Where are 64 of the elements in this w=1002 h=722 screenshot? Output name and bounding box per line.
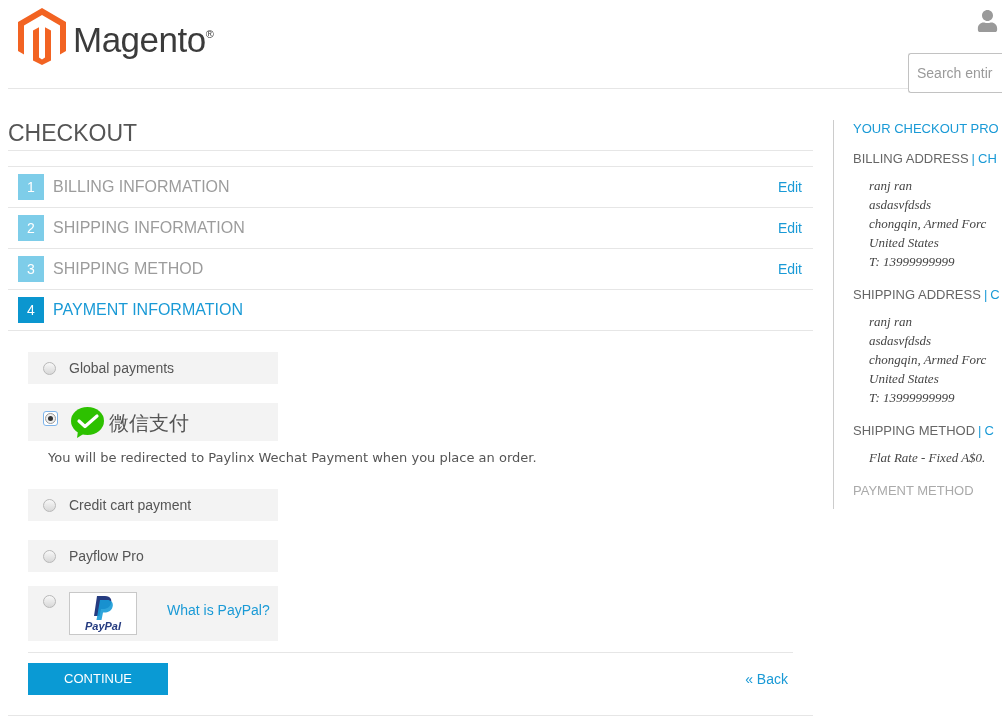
- payment-option-label: Credit cart payment: [69, 495, 192, 515]
- address-line: T: 13999999999: [869, 253, 956, 271]
- address-line: Flat Rate - Fixed A$0.: [869, 449, 987, 467]
- sidebar-title: YOUR CHECKOUT PRO: [853, 120, 1000, 138]
- payment-note: You will be redirected to Paylinx Wechat Payment when you place an order.: [48, 449, 538, 467]
- payment-option[interactable]: Credit cart payment: [28, 489, 278, 521]
- radio-button[interactable]: [43, 411, 58, 426]
- search-field[interactable]: Search entir: [908, 53, 1002, 93]
- payment-option[interactable]: 微信支付: [28, 403, 278, 441]
- section-heading: SHIPPING ADDRESS: [853, 286, 981, 304]
- page-title: CHECKOUT: [8, 120, 813, 151]
- radio-button[interactable]: [43, 498, 56, 512]
- payment-option[interactable]: PayPal What is PayPal?: [28, 586, 278, 641]
- edit-link[interactable]: Edit: [777, 176, 802, 198]
- edit-link[interactable]: Edit: [777, 217, 802, 239]
- address-line: chongqin, Armed Forc: [869, 351, 988, 369]
- payment-option[interactable]: Global payments: [28, 352, 278, 384]
- address-line: ranj ran: [869, 177, 913, 195]
- p-mark-icon: [93, 595, 113, 620]
- checkout-step[interactable]: 1 BILLING INFORMATION Edit: [8, 167, 813, 208]
- change-link[interactable]: C: [984, 422, 994, 440]
- step-title: BILLING INFORMATION: [53, 177, 230, 197]
- payment-option[interactable]: Payflow Pro: [28, 540, 278, 572]
- step-number: 3: [18, 256, 44, 282]
- step-title: SHIPPING METHOD: [53, 259, 204, 279]
- step-number: 4: [18, 297, 44, 323]
- address-line: United States: [869, 234, 940, 252]
- logo-wordmark: Magento: [73, 20, 206, 60]
- change-link[interactable]: CH: [978, 150, 997, 168]
- user-icon[interactable]: [977, 10, 998, 32]
- logo-text: PayPal: [84, 619, 122, 632]
- edit-link[interactable]: Edit: [777, 258, 802, 280]
- address-line: United States: [869, 370, 940, 388]
- address-line: asdasvfdsds: [869, 196, 933, 214]
- checkout-step[interactable]: 4 PAYMENT INFORMATION: [8, 290, 813, 331]
- radio-button[interactable]: [43, 595, 56, 608]
- checkout-step[interactable]: 3 SHIPPING METHOD Edit: [8, 249, 813, 290]
- payment-option-label: Payflow Pro: [69, 546, 144, 566]
- checkout-step[interactable]: 2 SHIPPING INFORMATION Edit: [8, 208, 813, 249]
- step-number: 1: [18, 174, 44, 200]
- radio-button[interactable]: [43, 549, 56, 563]
- radio-button[interactable]: [43, 361, 56, 375]
- address-line: T: 13999999999: [869, 389, 956, 407]
- step-title: PAYMENT INFORMATION: [53, 300, 243, 320]
- address-line: asdasvfdsds: [869, 332, 933, 350]
- change-link[interactable]: C: [990, 286, 1000, 304]
- payment-option-label: 微信支付: [109, 409, 189, 437]
- separator: |: [971, 150, 975, 168]
- section-heading: PAYMENT METHOD: [853, 482, 974, 500]
- info-link[interactable]: What is PayPal?: [167, 600, 270, 621]
- back-link[interactable]: « Back: [745, 668, 788, 690]
- separator: |: [978, 422, 982, 440]
- separator: |: [983, 286, 988, 304]
- chat-bubble-check-icon: [71, 407, 104, 438]
- registered-mark: ®: [205, 28, 214, 40]
- address-line: chongqin, Armed Forc: [869, 215, 988, 233]
- logo-hexagon-icon: [18, 8, 66, 65]
- step-number: 2: [18, 215, 44, 241]
- section-heading: SHIPPING METHOD: [853, 422, 976, 440]
- continue-button[interactable]: CONTINUE: [28, 663, 168, 695]
- address-line: ranj ran: [869, 313, 913, 331]
- section-heading: BILLING ADDRESS: [853, 150, 969, 168]
- step-title: SHIPPING INFORMATION: [53, 218, 245, 238]
- payment-option-label: Global payments: [69, 358, 175, 378]
